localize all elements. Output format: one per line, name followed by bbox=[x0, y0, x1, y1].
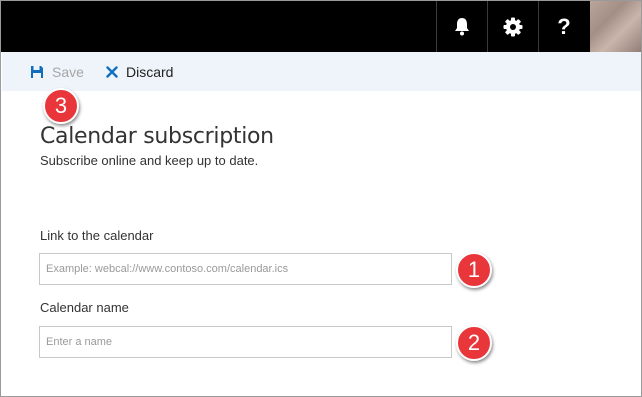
bell-icon bbox=[455, 17, 469, 35]
page-title: Calendar subscription bbox=[40, 124, 274, 149]
save-label: Save bbox=[52, 63, 84, 80]
command-bar: Save Discard bbox=[2, 52, 641, 91]
floppy-disk-icon bbox=[31, 65, 43, 78]
help-icon: ? bbox=[557, 13, 571, 39]
help-button[interactable]: ? bbox=[538, 1, 589, 52]
calendar-link-input[interactable] bbox=[39, 253, 452, 285]
gear-icon bbox=[503, 17, 523, 36]
callout-badge-3: 3 bbox=[43, 88, 79, 124]
settings-button[interactable] bbox=[487, 1, 538, 52]
notifications-button[interactable] bbox=[436, 1, 487, 52]
calendar-name-label: Calendar name bbox=[40, 300, 129, 315]
avatar[interactable] bbox=[590, 1, 641, 52]
save-button[interactable]: Save bbox=[30, 52, 84, 91]
discard-button[interactable]: Discard bbox=[106, 52, 173, 91]
close-icon bbox=[106, 65, 118, 78]
discard-label: Discard bbox=[126, 63, 174, 80]
calendar-name-input[interactable] bbox=[39, 326, 452, 358]
calendar-link-label: Link to the calendar bbox=[40, 228, 154, 243]
top-navigation-bar: ? bbox=[1, 1, 641, 52]
app-window: ? Save Discard Calendar subscription Sub… bbox=[0, 0, 642, 397]
page-subtitle: Subscribe online and keep up to date. bbox=[40, 153, 259, 168]
callout-badge-1: 1 bbox=[456, 252, 492, 288]
callout-badge-2: 2 bbox=[456, 325, 492, 361]
